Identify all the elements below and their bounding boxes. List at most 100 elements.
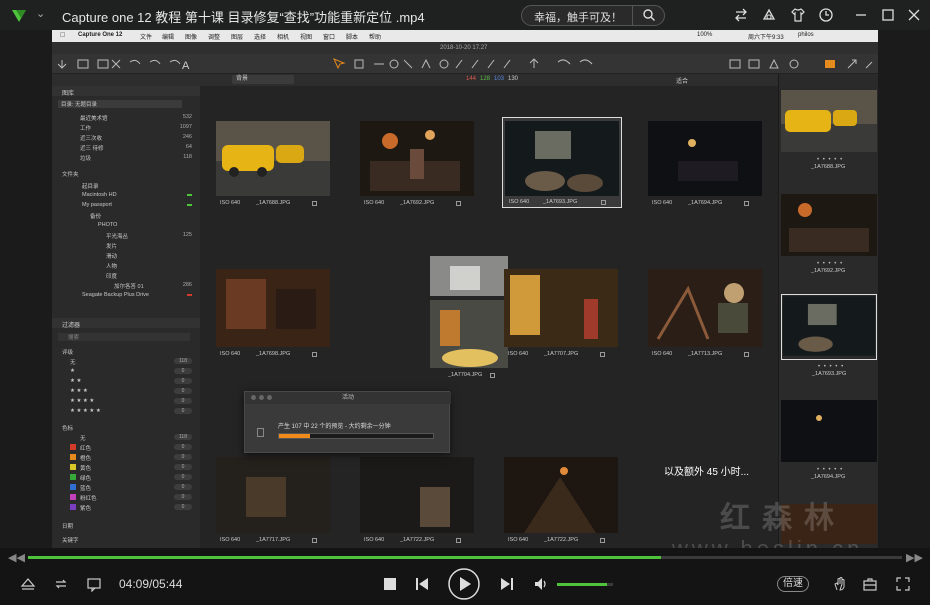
fullscreen-icon[interactable]	[895, 576, 911, 592]
chevron-down-icon[interactable]: ⌄	[36, 7, 45, 20]
close-icon[interactable]	[906, 7, 922, 23]
folder-item[interactable]: 滑动	[52, 250, 200, 260]
menu-window[interactable]: 窗口	[323, 32, 335, 41]
minimize-icon[interactable]	[853, 7, 869, 23]
dialog-minimize-button[interactable]	[259, 395, 264, 400]
volume-slider[interactable]	[557, 583, 613, 586]
menu-script[interactable]: 脚本	[346, 32, 358, 41]
fit-label[interactable]: 适合	[676, 76, 688, 85]
player-title-bar: ⌄ Capture one 12 教程 第十课 目录修复“查找”功能重新定位 .…	[0, 0, 930, 30]
rating-row[interactable]: 无 118	[52, 356, 200, 366]
maximize-icon[interactable]	[880, 7, 896, 23]
folder-item[interactable]: 起目录	[52, 180, 200, 190]
search-icon	[643, 9, 655, 21]
previous-icon[interactable]	[415, 577, 429, 591]
folder-item[interactable]: My passport	[52, 200, 200, 210]
rating-header[interactable]: 评级	[52, 346, 200, 356]
color-tag-row[interactable]: 紫色 0	[52, 502, 200, 512]
clock-icon[interactable]	[818, 7, 834, 23]
fast-forward-icon[interactable]: ▶▶	[906, 551, 923, 564]
skin-icon[interactable]	[761, 7, 777, 23]
filter-search-input[interactable]: 搜索	[52, 331, 200, 341]
dialog-close-button[interactable]	[251, 395, 256, 400]
filmstrip-image	[783, 296, 875, 356]
collection-item[interactable]: 近三次收 246	[52, 132, 200, 142]
folder-item[interactable]: 印度	[52, 270, 200, 280]
thumbnail-image	[360, 121, 474, 196]
apple-icon[interactable]: 	[60, 32, 65, 39]
folder-item[interactable]: 发片	[52, 240, 200, 250]
filter-header[interactable]: 过滤器	[52, 318, 200, 329]
video-title: Capture one 12 教程 第十课 目录修复“查找”功能重新定位 .mp…	[62, 10, 425, 25]
collection-item[interactable]: 最近美术馆 532	[52, 112, 200, 122]
folder-item[interactable]: 加尔各答 01 286	[52, 280, 200, 290]
color-tag-row[interactable]: 绿色 0	[52, 472, 200, 482]
filmstrip-item-selected[interactable]: • • • • • _1A7693.JPG	[781, 294, 877, 377]
color-tag-header[interactable]: 色标	[52, 422, 200, 432]
color-tag-row[interactable]: 黄色 0	[52, 462, 200, 472]
library-header[interactable]: 图库	[52, 86, 200, 97]
folder-item[interactable]: 人物	[52, 260, 200, 270]
menubar-app-name[interactable]: Capture One 12	[78, 32, 122, 38]
collection-item[interactable]: 近三 待修 64	[52, 142, 200, 152]
dialog-zoom-button[interactable]	[267, 395, 272, 400]
search-input[interactable]: 幸福，触手可及！	[521, 5, 665, 26]
menu-edit[interactable]: 编辑	[162, 32, 174, 41]
menu-camera[interactable]: 相机	[277, 32, 289, 41]
catalog-select[interactable]: 目录: 无题目录	[52, 98, 200, 108]
color-tag-row[interactable]: 橙色 0	[52, 452, 200, 462]
volume-icon[interactable]	[533, 576, 549, 592]
collection-item[interactable]: 垃圾 118	[52, 152, 200, 162]
rating-row[interactable]: ★ ★ ★ ★ ★ 0	[52, 406, 200, 416]
browser-grid: ISO 640 _1A7688.JPG ISO 640 _1A7692.JPG …	[200, 86, 778, 548]
search-button[interactable]	[632, 6, 664, 25]
color-tag-row[interactable]: 蓝色 0	[52, 482, 200, 492]
menu-view[interactable]: 视图	[300, 32, 312, 41]
view-select[interactable]: 背景	[232, 75, 294, 84]
shirt-icon[interactable]	[790, 7, 806, 23]
color-tag-row[interactable]: 红色 0	[52, 442, 200, 452]
menu-help[interactable]: 帮助	[369, 32, 381, 41]
document-icon	[257, 428, 264, 437]
folder-item[interactable]: Macintosh HD	[52, 190, 200, 200]
rewind-icon[interactable]: ◀◀	[8, 551, 25, 564]
thumbnail-image	[504, 457, 618, 533]
count-green: 128	[480, 76, 491, 82]
folder-item[interactable]: 备份	[52, 210, 200, 220]
player-logo-icon[interactable]	[10, 6, 28, 24]
toolbar-icons[interactable]: A	[52, 54, 878, 74]
date-header[interactable]: 日期	[52, 520, 200, 530]
menu-select[interactable]: 选择	[254, 32, 266, 41]
next-icon[interactable]	[500, 577, 514, 591]
toolbox-icon[interactable]	[862, 576, 878, 592]
folder-item[interactable]: 平光海丛 125	[52, 230, 200, 240]
seek-bar[interactable]	[28, 556, 902, 559]
swap-icon[interactable]	[733, 7, 749, 23]
dialog-title: 活动	[245, 392, 451, 404]
loop-icon[interactable]	[53, 576, 69, 592]
hand-icon[interactable]	[832, 576, 848, 592]
collection-item[interactable]: 工作 1097	[52, 122, 200, 132]
folders-header[interactable]: 文件夹	[52, 168, 200, 178]
speed-button[interactable]: 倍速	[777, 576, 809, 592]
rating-row[interactable]: ★ 0	[52, 366, 200, 376]
folder-item[interactable]: PHOTO	[52, 220, 200, 230]
color-tag-row[interactable]: 无 118	[52, 432, 200, 442]
stop-icon[interactable]	[383, 577, 397, 591]
eject-icon[interactable]	[20, 576, 36, 592]
keywords-header[interactable]: 关键字	[52, 534, 200, 544]
thumbnail-selected[interactable]: ISO 640 _1A7693.JPG	[502, 117, 622, 208]
filmstrip-image	[781, 400, 877, 462]
folder-item[interactable]: Seagate Backup Plus Drive	[52, 290, 200, 300]
menu-image[interactable]: 图像	[185, 32, 197, 41]
filmstrip-image	[781, 90, 877, 152]
menu-layers[interactable]: 图层	[231, 32, 243, 41]
play-button[interactable]	[447, 567, 481, 601]
menu-adjust[interactable]: 调整	[208, 32, 220, 41]
menu-file[interactable]: 文件	[140, 32, 152, 41]
rating-row[interactable]: ★ ★ ★ ★ 0	[52, 396, 200, 406]
color-tag-row[interactable]: 粉红色 0	[52, 492, 200, 502]
danmaku-icon[interactable]	[86, 576, 102, 592]
rating-row[interactable]: ★ ★ ★ 0	[52, 386, 200, 396]
rating-row[interactable]: ★ ★ 0	[52, 376, 200, 386]
